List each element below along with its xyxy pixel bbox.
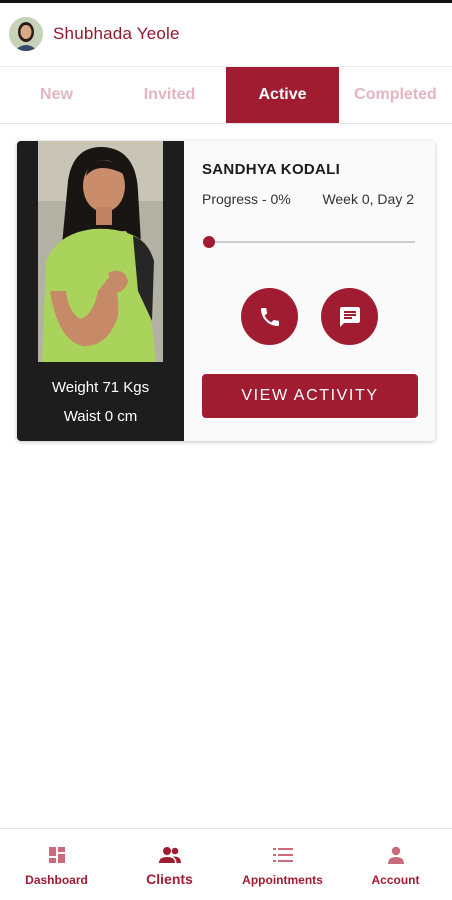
tab-completed[interactable]: Completed [339, 67, 452, 123]
message-button[interactable] [321, 288, 378, 345]
weight-text: Weight 71 Kgs [51, 379, 150, 396]
tab-new[interactable]: New [0, 67, 113, 123]
user-name: Shubhada Yeole [53, 24, 180, 43]
app-header: Shubhada Yeole [0, 3, 452, 65]
client-status-tabs: New Invited Active Completed [0, 66, 452, 124]
progress-slider [203, 235, 415, 249]
call-button[interactable] [241, 288, 298, 345]
client-card[interactable]: Weight 71 Kgs Waist 0 cm SANDHYA KODALI … [17, 141, 435, 441]
progress-track [203, 241, 415, 243]
progress-text: Progress - 0% [202, 191, 291, 207]
message-icon [339, 306, 360, 327]
waist-text: Waist 0 cm [63, 408, 138, 425]
user-avatar-image [9, 17, 43, 51]
nav-appointments-label: Appointments [242, 873, 323, 887]
view-activity-button[interactable]: VIEW ACTIVITY [202, 374, 418, 418]
clients-icon [158, 845, 182, 865]
account-icon [387, 845, 405, 865]
bottom-navigation: Dashboard Clients Appointments Account [0, 828, 452, 900]
dashboard-icon [48, 845, 66, 865]
client-details-panel: SANDHYA KODALI Progress - 0% Week 0, Day… [184, 141, 435, 441]
tab-invited[interactable]: Invited [113, 67, 226, 123]
nav-clients[interactable]: Clients [113, 829, 226, 900]
week-day-text: Week 0, Day 2 [322, 191, 414, 207]
nav-account-label: Account [371, 873, 420, 887]
client-photo [38, 141, 163, 362]
nav-appointments[interactable]: Appointments [226, 829, 339, 900]
phone-icon [260, 307, 279, 326]
nav-dashboard[interactable]: Dashboard [0, 829, 113, 900]
client-stats: Weight 71 Kgs Waist 0 cm [17, 373, 184, 431]
nav-clients-label: Clients [146, 871, 193, 887]
nav-account[interactable]: Account [339, 829, 452, 900]
client-name: SANDHYA KODALI [202, 161, 341, 178]
client-profile-panel: Weight 71 Kgs Waist 0 cm [17, 141, 184, 441]
tab-active[interactable]: Active [226, 67, 339, 123]
user-avatar[interactable] [9, 17, 43, 51]
progress-thumb [203, 236, 215, 248]
list-icon [272, 845, 293, 865]
nav-dashboard-label: Dashboard [25, 873, 88, 887]
